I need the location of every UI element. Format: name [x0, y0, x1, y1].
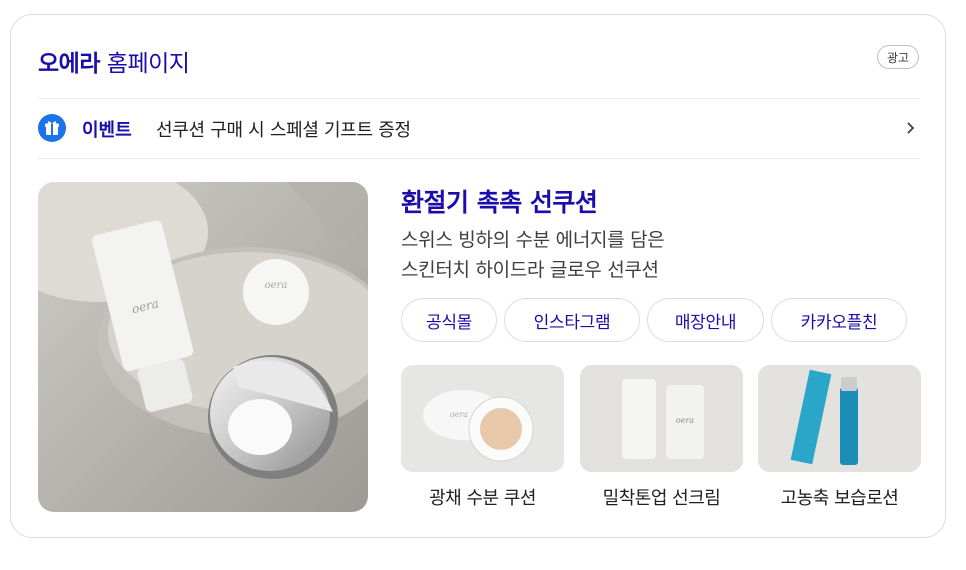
event-row[interactable]: 이벤트 선쿠션 구매 시 스페셜 기프트 증정 [38, 100, 920, 158]
brand-name: 오에라 [38, 51, 100, 77]
product-name-cushion: 광채 수분 쿠션 [429, 488, 536, 509]
divider-top [38, 98, 920, 99]
chevron-right-icon [902, 118, 920, 138]
description-line-2: 스킨터치 하이드라 글로우 선쿠션 [401, 259, 659, 281]
event-text: 선쿠션 구매 시 스페셜 기프트 증정 [156, 120, 411, 141]
chip-instagram[interactable]: 인스타그램 [504, 298, 640, 342]
suncream-tube-text: oera [676, 416, 694, 425]
product-name-lotion: 고농축 보습로션 [780, 488, 899, 509]
ad-title-link[interactable]: 오에라 홈페이지 [38, 44, 190, 78]
chip-store-info[interactable]: 매장안내 [647, 298, 764, 342]
product-card-lotion[interactable]: 고농축 보습로션 [758, 365, 921, 510]
puff-logo-text: oera [265, 280, 288, 291]
hero-product-image[interactable]: oera oera [38, 182, 368, 512]
chip-official-mall[interactable]: 공식몰 [401, 298, 497, 342]
gift-icon [38, 114, 66, 142]
divider-bottom [38, 158, 920, 159]
title-suffix: 홈페이지 [99, 51, 190, 77]
product-image-cushion: oera [401, 365, 564, 472]
description-line-1: 스위스 빙하의 수분 에너지를 담은 [401, 229, 665, 251]
headline-link[interactable]: 환절기 촉촉 선쿠션 [401, 183, 598, 219]
product-card-cushion[interactable]: oera 광채 수분 쿠션 [401, 365, 564, 510]
ad-badge[interactable]: 광고 [877, 45, 919, 69]
chip-kakao-plus-friend[interactable]: 카카오플친 [771, 298, 907, 342]
product-image-suncream: oera [580, 365, 743, 472]
product-image-lotion [758, 365, 921, 472]
cushion-puff-text: oera [450, 410, 468, 419]
event-label: 이벤트 [82, 120, 132, 141]
product-name-suncream: 밀착톤업 선크림 [602, 488, 721, 509]
product-card-suncream[interactable]: oera 밀착톤업 선크림 [580, 365, 743, 510]
